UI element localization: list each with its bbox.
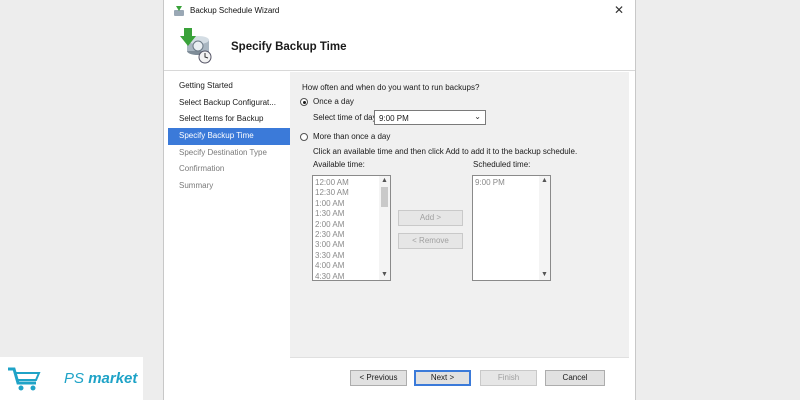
header-divider <box>164 70 635 71</box>
backup-wizard-icon <box>174 6 184 16</box>
more-than-once-radio[interactable] <box>300 133 308 141</box>
more-than-once-label[interactable]: More than once a day <box>313 132 390 141</box>
scroll-thumb[interactable] <box>381 187 388 207</box>
list-item[interactable]: 2:30 AM <box>315 230 349 240</box>
remove-button[interactable]: < Remove <box>398 233 463 249</box>
cancel-button[interactable]: Cancel <box>545 370 605 386</box>
list-item[interactable]: 3:30 AM <box>315 251 349 261</box>
time-of-day-dropdown[interactable]: 9:00 PM ⌄ <box>374 110 486 125</box>
list-item[interactable]: 2:00 AM <box>315 220 349 230</box>
available-time-label: Available time: <box>313 160 365 169</box>
list-item[interactable]: 9:00 PM <box>475 178 505 188</box>
page-title: Specify Backup Time <box>231 41 347 53</box>
watermark-ps: PS <box>64 370 85 387</box>
list-item[interactable]: 12:00 AM <box>315 178 349 188</box>
watermark-market: market <box>88 370 138 387</box>
list-item[interactable]: 4:30 AM <box>315 272 349 282</box>
close-icon[interactable]: ✕ <box>611 2 627 18</box>
nav-item-specify-backup-time[interactable]: Specify Backup Time <box>168 128 290 145</box>
nav-item-select-items[interactable]: Select Items for Backup <box>168 111 290 128</box>
scroll-down-icon[interactable]: ▼ <box>379 270 390 280</box>
window-title: Backup Schedule Wizard <box>190 6 280 15</box>
nav-item-confirmation: Confirmation <box>179 164 225 174</box>
list-item[interactable]: 1:00 AM <box>315 199 349 209</box>
list-item[interactable]: 1:30 AM <box>315 209 349 219</box>
add-button[interactable]: Add > <box>398 210 463 226</box>
finish-button[interactable]: Finish <box>480 370 537 386</box>
time-of-day-value: 9:00 PM <box>379 114 409 123</box>
available-time-rows: 12:00 AM 12:30 AM 1:00 AM 1:30 AM 2:00 A… <box>315 178 349 282</box>
wizard-window: Backup Schedule Wizard ✕ Specify Backup … <box>163 0 636 400</box>
scheduled-time-list[interactable]: 9:00 PM ▲ ▼ <box>472 175 551 281</box>
scheduled-time-label: Scheduled time: <box>473 160 531 169</box>
list-item[interactable]: 12:30 AM <box>315 188 349 198</box>
add-instruction: Click an available time and then click A… <box>313 147 578 156</box>
nav-item-summary: Summary <box>179 181 214 191</box>
shopping-cart-icon <box>8 367 41 391</box>
content-panel: How often and when do you want to run ba… <box>290 72 629 357</box>
wizard-header: Specify Backup Time <box>164 22 635 70</box>
select-time-label: Select time of day: <box>313 113 379 122</box>
nav-item-backup-configuration[interactable]: Select Backup Configurat... <box>168 95 290 112</box>
schedule-question: How often and when do you want to run ba… <box>302 83 480 92</box>
available-scrollbar[interactable]: ▲ ▼ <box>379 176 390 280</box>
psmarket-watermark: PS market <box>0 357 143 400</box>
scroll-down-icon[interactable]: ▼ <box>539 270 550 280</box>
scheduled-time-rows: 9:00 PM <box>475 178 505 188</box>
footer-divider <box>290 357 629 358</box>
nav-item-destination-type: Specify Destination Type <box>179 147 267 157</box>
scroll-up-icon[interactable]: ▲ <box>379 176 390 186</box>
wizard-steps-nav: Getting Started Select Backup Configurat… <box>168 78 290 195</box>
backup-drive-icon <box>180 28 212 64</box>
chevron-down-icon: ⌄ <box>474 112 481 121</box>
once-a-day-radio[interactable] <box>300 98 308 106</box>
title-bar: Backup Schedule Wizard ✕ <box>164 0 635 22</box>
previous-button[interactable]: < Previous <box>350 370 407 386</box>
scheduled-scrollbar[interactable]: ▲ ▼ <box>539 176 550 280</box>
once-a-day-label[interactable]: Once a day <box>313 97 354 106</box>
scroll-up-icon[interactable]: ▲ <box>539 176 550 186</box>
available-time-list[interactable]: 12:00 AM 12:30 AM 1:00 AM 1:30 AM 2:00 A… <box>312 175 391 281</box>
list-item[interactable]: 4:00 AM <box>315 261 349 271</box>
list-item[interactable]: 3:00 AM <box>315 240 349 250</box>
nav-item-getting-started[interactable]: Getting Started <box>168 78 290 95</box>
next-button[interactable]: Next > <box>414 370 471 386</box>
watermark-text: PS market <box>64 370 137 387</box>
